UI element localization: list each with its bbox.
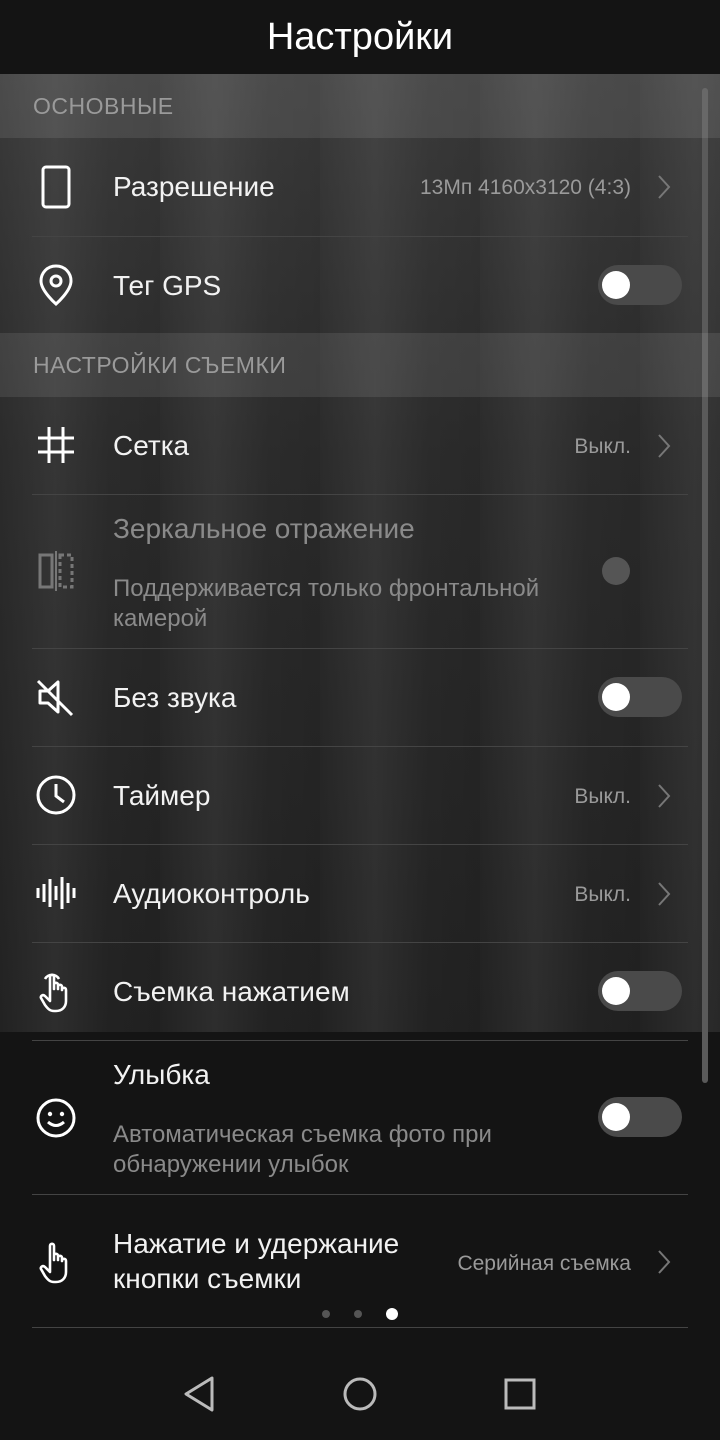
grid-icon: [38, 427, 74, 463]
setting-gps[interactable]: Тег GPS: [0, 237, 720, 333]
home-icon[interactable]: [336, 1370, 384, 1418]
setting-label: Зеркальное отражение: [113, 513, 415, 544]
section-header-label: НАСТРОЙКИ СЪЕМКИ: [33, 351, 287, 378]
section-header-basic: ОСНОВНЫЕ: [0, 74, 720, 138]
system-navigation-bar: [0, 1350, 720, 1440]
page-title: Настройки: [266, 15, 454, 58]
divider: [32, 1327, 688, 1328]
chevron-right-icon: [658, 882, 671, 906]
setting-label: Без звука: [113, 682, 237, 713]
setting-label: Таймер: [113, 780, 211, 811]
setting-label: Сетка: [113, 430, 190, 461]
chevron-right-icon: [658, 175, 671, 199]
setting-label: Разрешение: [113, 171, 275, 202]
setting-grid[interactable]: Сетка Выкл.: [0, 397, 720, 494]
setting-label-line1: Нажатие и удержание: [113, 1228, 400, 1259]
toggle-knob: [602, 1103, 630, 1131]
chevron-right-icon: [658, 1250, 671, 1274]
disabled-toggle: [602, 557, 630, 585]
setting-value: Выкл.: [574, 785, 631, 808]
toggle-knob: [602, 271, 630, 299]
setting-resolution[interactable]: Разрешение 13Мп 4160x3120 (4:3): [0, 138, 720, 236]
setting-value: Выкл.: [574, 435, 631, 458]
setting-smile[interactable]: Улыбка Автоматическая съемка фото при об…: [0, 1041, 720, 1194]
page-indicator: [0, 1308, 720, 1322]
setting-timer[interactable]: Таймер Выкл.: [0, 747, 720, 844]
smile-toggle[interactable]: [598, 1097, 682, 1137]
mirror-icon: [38, 551, 74, 591]
recent-apps-icon[interactable]: [496, 1370, 544, 1418]
gps-toggle[interactable]: [598, 265, 682, 305]
title-bar: Настройки: [0, 0, 720, 74]
setting-label: Аудиоконтроль: [113, 878, 310, 909]
audio-waveform-icon: [36, 877, 76, 909]
toggle-knob: [602, 977, 630, 1005]
setting-label: Улыбка: [113, 1059, 210, 1090]
press-hold-finger-icon: [39, 1242, 68, 1284]
section-header-label: ОСНОВНЫЕ: [33, 92, 174, 119]
setting-label-line2: кнопки съемки: [113, 1263, 302, 1294]
toggle-knob: [602, 683, 630, 711]
chevron-right-icon: [658, 434, 671, 458]
location-pin-icon: [39, 264, 73, 306]
clock-icon: [36, 775, 76, 815]
page-dot: [322, 1310, 330, 1318]
setting-audio-control[interactable]: Аудиоконтроль Выкл.: [0, 845, 720, 942]
page-dot: [354, 1310, 362, 1318]
page-dot-active: [386, 1308, 398, 1320]
section-header-shooting: НАСТРОЙКИ СЪЕМКИ: [0, 333, 720, 397]
mute-toggle[interactable]: [598, 677, 682, 717]
setting-mirror: Зеркальное отражение Поддерживается толь…: [0, 495, 720, 648]
back-icon[interactable]: [176, 1370, 224, 1418]
tap-finger-icon: [39, 973, 68, 1013]
setting-touch-capture[interactable]: Съемка нажатием: [0, 943, 720, 1040]
phone-icon: [41, 165, 71, 209]
setting-value: Серийная съемка: [457, 1252, 631, 1275]
setting-description: Автоматическая съемка фото при обнаружен…: [113, 1121, 492, 1178]
setting-description: Поддерживается только фронтальной камеро…: [113, 575, 540, 632]
setting-label: Съемка нажатием: [113, 976, 350, 1007]
mute-speaker-icon: [36, 679, 74, 717]
smile-icon: [36, 1098, 76, 1138]
chevron-right-icon: [658, 784, 671, 808]
setting-mute[interactable]: Без звука: [0, 649, 720, 746]
setting-label: Тег GPS: [113, 270, 222, 301]
setting-value: Выкл.: [574, 883, 631, 906]
setting-value: 13Мп 4160x3120 (4:3): [419, 176, 631, 199]
touch-capture-toggle[interactable]: [598, 971, 682, 1011]
